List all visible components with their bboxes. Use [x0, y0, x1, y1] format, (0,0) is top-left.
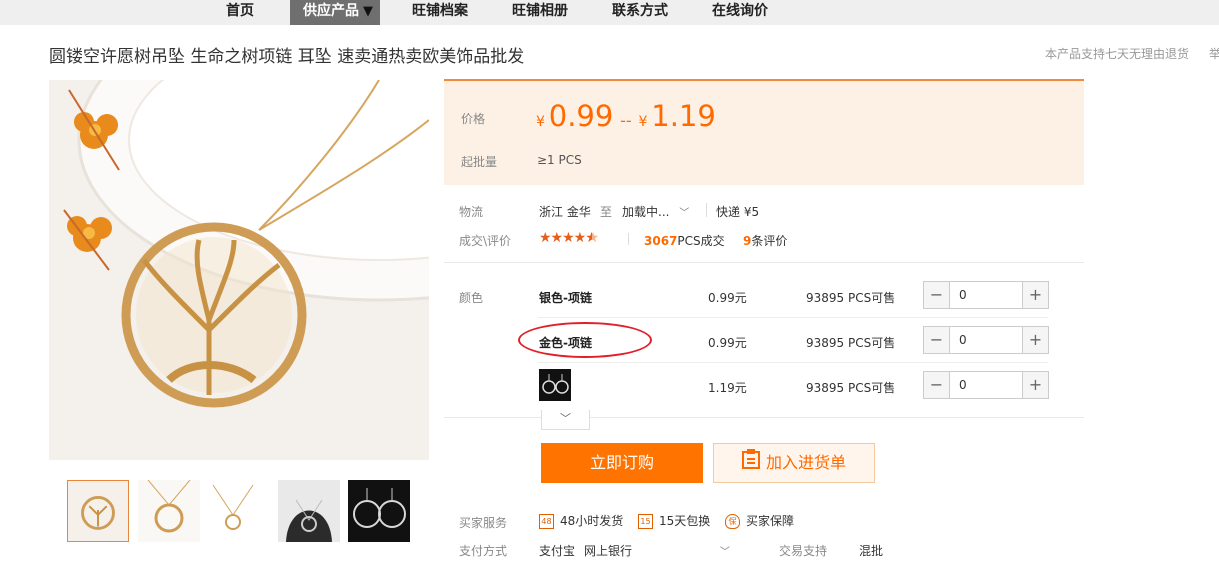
exchange-15d-icon: 15: [638, 514, 653, 529]
quantity-input[interactable]: 0: [959, 333, 967, 347]
sku-stock-2: 93895 PCS可售: [806, 336, 896, 350]
buyer-protection-icon: 保: [725, 514, 740, 529]
product-title: 圆镂空许愿树吊坠 生命之树项链 耳坠 速卖通热卖欧美饰品批发: [49, 47, 525, 67]
price-label: 价格: [461, 112, 486, 126]
plus-button[interactable]: +: [1022, 327, 1048, 353]
moq-label: 起批量: [461, 155, 498, 169]
section-divider: [444, 262, 1084, 263]
service-text: 48小时发货: [560, 514, 624, 528]
minus-button[interactable]: −: [924, 282, 950, 308]
nav-home[interactable]: 首页: [226, 0, 254, 25]
sku-price-1: 0.99元: [708, 291, 747, 305]
price-range: ¥ 0.99 -- ¥ 1.19: [536, 99, 716, 133]
logistics-label: 物流: [459, 205, 484, 219]
express-fee: 快递 ¥5: [716, 205, 760, 219]
thumbnail-1[interactable]: [67, 480, 129, 542]
currency-symbol-2: ¥: [638, 114, 648, 130]
top-nav: 首页 供应产品 ▼ 旺铺档案 旺铺相册 联系方式 在线询价: [0, 0, 1219, 25]
logistics-destination: 加载中...: [622, 205, 670, 219]
service-text: 15天包换: [659, 514, 711, 528]
shipping-48h-icon: 48: [539, 514, 554, 529]
payment-label: 支付方式: [459, 544, 508, 558]
price-panel: 价格 ¥ 0.99 -- ¥ 1.19 起批量 ≥1 PCS: [444, 79, 1084, 185]
price-low: 0.99: [548, 99, 614, 133]
sku-price-3: 1.19元: [708, 381, 747, 395]
services-label: 买家服务: [459, 516, 508, 530]
sku-price-2: 0.99元: [708, 336, 747, 350]
trade-support-label: 交易支持: [779, 544, 828, 558]
nav-contact[interactable]: 联系方式: [612, 0, 668, 25]
pendant-image: [49, 80, 429, 460]
sku-stock-3: 93895 PCS可售: [806, 381, 896, 395]
payment-alipay: 支付宝: [539, 544, 576, 558]
quantity-stepper-3: − 0 +: [923, 371, 1049, 399]
quantity-input[interactable]: 0: [959, 288, 967, 302]
color-label: 颜色: [459, 291, 484, 305]
service-item-protection[interactable]: 保买家保障: [725, 512, 794, 529]
thumbnail-2[interactable]: [138, 480, 200, 542]
payment-bank: 网上银行: [584, 544, 633, 558]
nav-album[interactable]: 旺铺相册: [512, 0, 568, 25]
review-count[interactable]: 9条评价: [743, 232, 787, 249]
minus-button[interactable]: −: [924, 372, 950, 398]
thumbnail-4[interactable]: [278, 480, 340, 542]
trade-support-value: 混批: [859, 544, 884, 558]
sku-stock-1: 93895 PCS可售: [806, 291, 896, 305]
chevron-down-icon: ﹀: [679, 208, 690, 219]
nav-archive[interactable]: 旺铺档案: [412, 0, 468, 25]
payment-bank-select[interactable]: 网上银行 ﹀: [584, 542, 730, 559]
divider: [706, 203, 707, 217]
quantity-stepper-2: − 0 +: [923, 326, 1049, 354]
sku-thumbnail-earrings[interactable]: [539, 369, 571, 401]
row-divider: [538, 317, 1048, 318]
nav-products-label: 供应产品: [303, 3, 359, 19]
deals-count-suffix: PCS成交: [677, 234, 725, 248]
divider: [628, 233, 629, 245]
expand-sku-button[interactable]: ﹀: [541, 410, 590, 430]
highlight-circle-annotation: [518, 322, 652, 358]
chevron-down-icon: ﹀: [719, 547, 730, 558]
section-divider: [444, 417, 1084, 418]
return-policy-note-cut: 举: [1209, 47, 1219, 61]
product-main-image[interactable]: [49, 80, 429, 460]
deals-label: 成交\评价: [459, 234, 512, 248]
deals-count[interactable]: 3067PCS成交: [644, 232, 725, 249]
thumbnail-3[interactable]: [208, 480, 270, 542]
clipboard-icon: [741, 445, 760, 483]
nav-inquiry[interactable]: 在线询价: [712, 0, 768, 25]
rating-stars: ★★★★★★: [539, 230, 598, 246]
add-to-cart-label: 加入进货单: [765, 453, 846, 472]
service-item-exchange[interactable]: 15 15天包换: [638, 512, 710, 529]
service-item-48h[interactable]: 48 48小时发货: [539, 512, 623, 529]
row-divider: [538, 362, 1048, 363]
chevron-down-icon: ﹀: [560, 412, 571, 425]
sku-name-1[interactable]: 银色-项链: [539, 289, 592, 306]
review-count-suffix: 条评价: [751, 234, 788, 248]
return-policy-note: 本产品支持七天无理由退货: [1045, 47, 1190, 61]
plus-button[interactable]: +: [1022, 372, 1048, 398]
price-high: 1.19: [651, 99, 716, 133]
price-separator: --: [620, 111, 632, 130]
add-to-cart-button[interactable]: 加入进货单: [713, 443, 875, 483]
logistics-origin: 浙江 金华: [539, 205, 591, 219]
thumbnail-5[interactable]: [348, 480, 410, 542]
logistics-destination-select[interactable]: 加载中... ﹀: [622, 203, 689, 220]
currency-symbol: ¥: [536, 114, 545, 130]
minus-button[interactable]: −: [924, 327, 950, 353]
service-text: 买家保障: [746, 514, 795, 528]
nav-products[interactable]: 供应产品 ▼: [290, 0, 380, 25]
quantity-input[interactable]: 0: [959, 378, 967, 392]
deals-count-number: 3067: [644, 234, 678, 248]
dropdown-caret-icon: ▼: [363, 4, 373, 19]
moq-value: ≥1 PCS: [537, 153, 582, 167]
plus-button[interactable]: +: [1022, 282, 1048, 308]
quantity-stepper-1: − 0 +: [923, 281, 1049, 309]
logistics-to: 至: [600, 205, 613, 219]
buy-now-button[interactable]: 立即订购: [541, 443, 703, 483]
